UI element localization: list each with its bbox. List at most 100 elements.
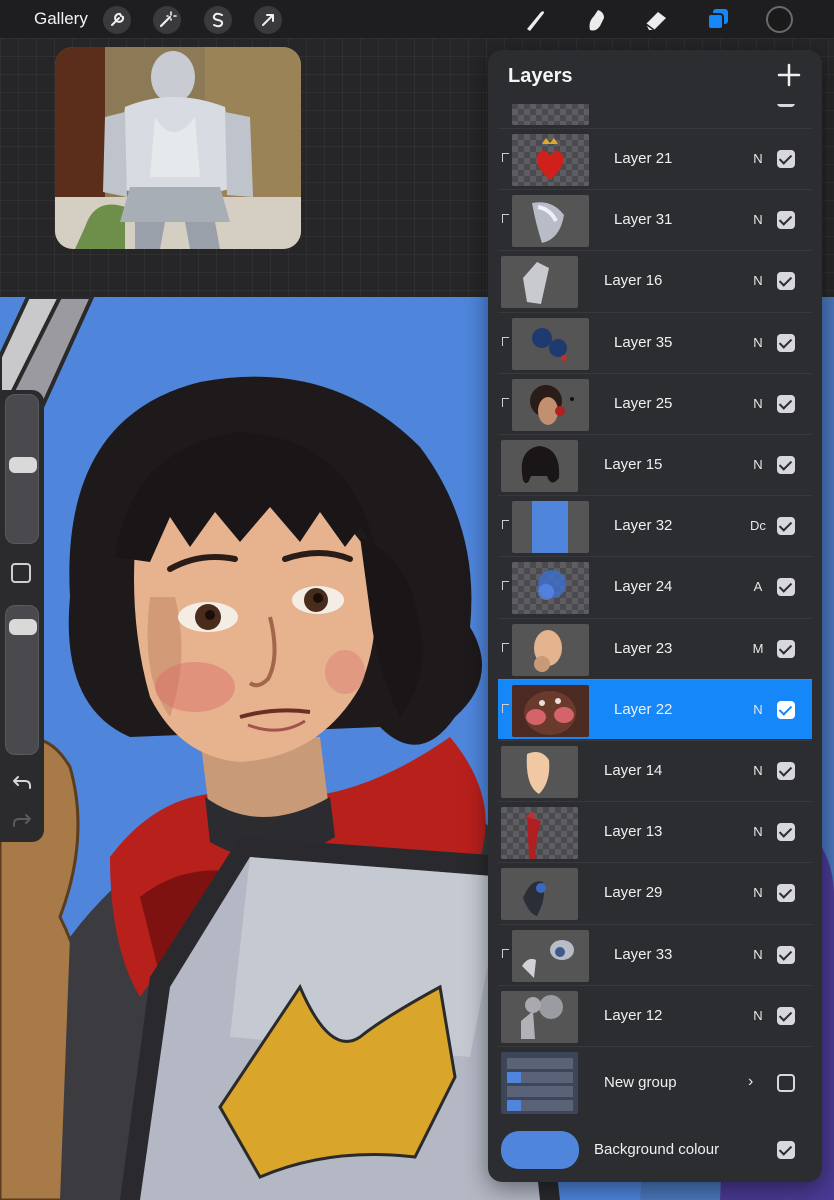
blend-mode-button[interactable]: N xyxy=(748,824,768,839)
color-picker-button[interactable] xyxy=(766,6,793,33)
layer-row[interactable]: Layer 35 N xyxy=(498,311,812,372)
layer-row[interactable]: Layer 23 M xyxy=(498,617,812,678)
opacity-handle[interactable] xyxy=(9,619,37,636)
layer-visibility-checkbox[interactable] xyxy=(777,823,795,842)
background-visibility-checkbox[interactable] xyxy=(777,1141,795,1159)
blend-mode-button[interactable]: N xyxy=(748,1008,768,1023)
opacity-slider[interactable] xyxy=(5,605,39,755)
layer-thumbnail[interactable] xyxy=(512,684,589,737)
blend-mode-button[interactable]: N xyxy=(748,273,768,288)
layers-list[interactable]: Layer 21 N Layer 31 N Layer 16 N Layer 35 N Laye… xyxy=(498,104,812,1120)
layer-row[interactable]: Layer 25 N xyxy=(498,372,812,433)
wrench-icon[interactable] xyxy=(103,6,131,34)
layer-thumbnail[interactable] xyxy=(512,195,589,248)
layer-name: Layer 13 xyxy=(604,823,663,841)
layer-row[interactable]: Layer 31 N xyxy=(498,189,812,249)
layer-row[interactable]: Layer 33 N xyxy=(498,923,812,984)
layer-row[interactable]: Layer 22 N xyxy=(498,678,812,739)
layer-row[interactable]: Layer 12 N xyxy=(498,984,812,1045)
blend-mode-button[interactable]: N xyxy=(748,151,768,166)
blend-mode-button[interactable]: N xyxy=(748,457,768,472)
layer-visibility-checkbox[interactable] xyxy=(777,945,795,964)
layer-thumbnail[interactable] xyxy=(512,562,589,615)
blend-mode-button[interactable]: Dc xyxy=(748,518,768,533)
layer-row-partial[interactable] xyxy=(498,104,812,127)
layer-thumbnail[interactable] xyxy=(512,623,589,676)
blend-mode-button[interactable]: M xyxy=(748,641,768,656)
layer-thumbnail[interactable] xyxy=(501,746,578,798)
blend-mode-button[interactable]: N xyxy=(748,396,768,411)
background-colour-row[interactable]: Background colour xyxy=(498,1125,812,1175)
layer-row[interactable]: Layer 21 N xyxy=(498,128,812,188)
layer-name: Layer 35 xyxy=(614,333,673,351)
layer-thumbnail[interactable] xyxy=(512,317,589,370)
layer-visibility-checkbox[interactable] xyxy=(777,272,795,291)
chevron-right-icon[interactable]: › xyxy=(748,1073,753,1091)
layer-thumbnail[interactable] xyxy=(501,868,578,921)
modify-square-icon[interactable] xyxy=(11,563,31,583)
layer-visibility-checkbox[interactable] xyxy=(777,1006,795,1025)
undo-icon[interactable] xyxy=(11,772,33,792)
layer-visibility-checkbox[interactable] xyxy=(777,700,795,719)
layer-thumbnail xyxy=(512,104,589,125)
clipping-mask-icon xyxy=(502,397,509,407)
layer-name: Layer 23 xyxy=(614,639,673,657)
layer-thumbnail[interactable] xyxy=(512,929,589,982)
layer-thumbnail[interactable] xyxy=(512,501,589,554)
layer-row[interactable]: Layer 16 N xyxy=(498,250,812,310)
layer-thumbnail[interactable] xyxy=(501,440,578,492)
layer-name: Layer 33 xyxy=(614,945,673,963)
layer-visibility-checkbox[interactable] xyxy=(777,394,795,413)
layer-thumbnail[interactable] xyxy=(501,807,578,860)
blend-mode-button[interactable]: N xyxy=(748,335,768,350)
group-thumbnail xyxy=(501,1052,578,1114)
layer-row[interactable]: Layer 15 N xyxy=(498,434,812,494)
blend-mode-button[interactable]: N xyxy=(748,885,768,900)
gallery-button[interactable]: Gallery xyxy=(34,9,88,29)
brush-icon[interactable] xyxy=(519,4,551,36)
layer-thumbnail[interactable] xyxy=(501,990,578,1043)
layer-visibility-checkbox[interactable] xyxy=(777,578,795,597)
layer-row[interactable]: Layer 32 Dc xyxy=(498,495,812,555)
layer-visibility-checkbox[interactable] xyxy=(777,456,795,474)
transform-arrow-icon[interactable] xyxy=(254,6,282,34)
selection-s-icon[interactable] xyxy=(204,6,232,34)
layer-name: Layer 25 xyxy=(614,394,673,412)
plus-icon[interactable] xyxy=(776,62,802,88)
blend-mode-button[interactable]: A xyxy=(748,579,768,594)
blend-mode-button[interactable]: N xyxy=(748,702,768,717)
smudge-icon[interactable] xyxy=(580,4,612,36)
brush-size-slider[interactable] xyxy=(5,394,39,544)
layer-visibility-checkbox[interactable] xyxy=(777,333,795,352)
group-visibility-checkbox[interactable] xyxy=(777,1074,795,1092)
top-toolbar: Gallery xyxy=(0,0,834,38)
layers-panel: Layers Layer 21 N Layer 31 N Layer 16 N Layer … xyxy=(488,50,822,1182)
layer-row[interactable]: Layer 29 N xyxy=(498,862,812,922)
magic-wand-icon[interactable] xyxy=(153,6,181,34)
blend-mode-button[interactable]: N xyxy=(748,763,768,778)
blend-mode-button[interactable]: N xyxy=(748,212,768,227)
redo-icon[interactable] xyxy=(11,810,33,830)
layer-visibility-checkbox[interactable] xyxy=(777,211,795,230)
layers-icon[interactable] xyxy=(702,4,734,36)
layer-visibility-checkbox[interactable] xyxy=(777,517,795,536)
layer-row[interactable]: Layer 24 A xyxy=(498,556,812,616)
layer-row[interactable]: Layer 13 N xyxy=(498,801,812,861)
blend-mode-button[interactable]: N xyxy=(748,947,768,962)
layer-thumbnail[interactable] xyxy=(512,134,589,186)
group-row[interactable]: New group › xyxy=(498,1046,812,1116)
layer-thumbnail[interactable] xyxy=(501,256,578,309)
procreate-app: Gallery Layers Layer 21 N Layer 31 N Lay… xyxy=(0,0,834,1200)
layer-visibility-checkbox[interactable] xyxy=(777,104,795,107)
layer-row[interactable]: Layer 14 N xyxy=(498,740,812,800)
layers-panel-title: Layers xyxy=(508,65,573,87)
layer-visibility-checkbox[interactable] xyxy=(777,150,795,168)
layer-thumbnail[interactable] xyxy=(512,378,589,431)
layer-visibility-checkbox[interactable] xyxy=(777,884,795,903)
layer-visibility-checkbox[interactable] xyxy=(777,762,795,780)
reference-image-window[interactable] xyxy=(55,47,301,249)
background-colour-swatch[interactable] xyxy=(501,1131,579,1169)
layer-visibility-checkbox[interactable] xyxy=(777,639,795,658)
eraser-icon[interactable] xyxy=(640,4,672,36)
brush-size-handle[interactable] xyxy=(9,457,37,474)
